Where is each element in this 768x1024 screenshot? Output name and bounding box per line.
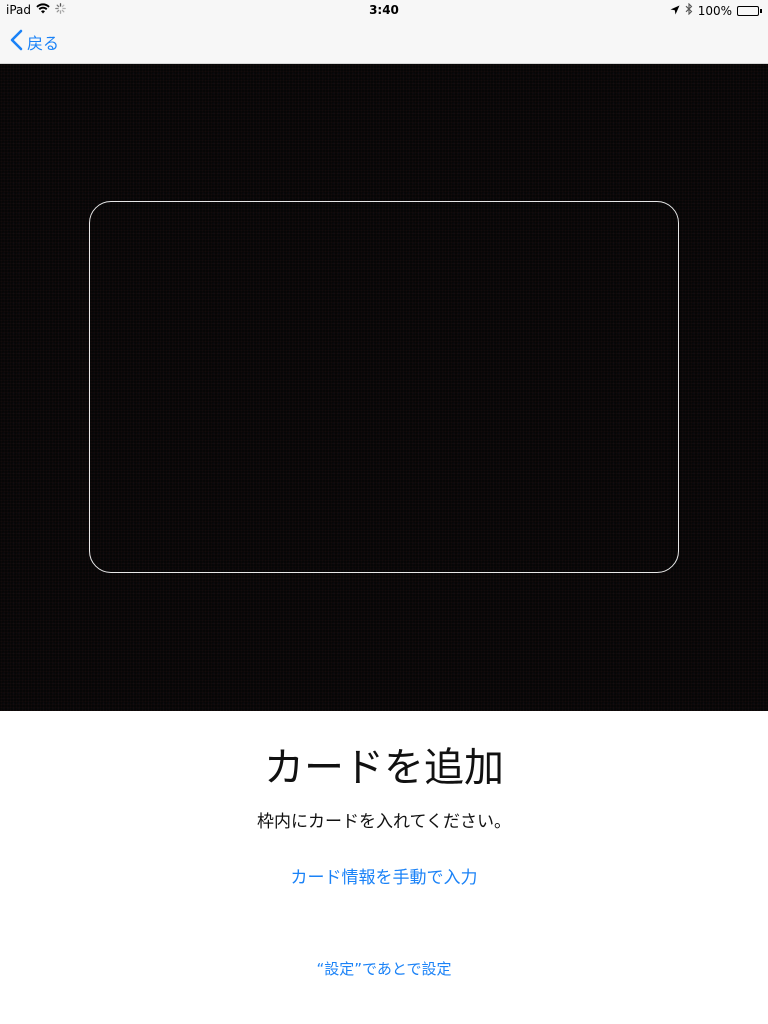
instruction-text: 枠内にカードを入れてください。: [257, 812, 511, 832]
camera-viewfinder: [0, 64, 768, 711]
battery-icon: [737, 5, 762, 16]
status-bar: iPad 3:40 100%: [0, 0, 768, 20]
setup-later-link[interactable]: “設定”であとで設定: [0, 958, 768, 980]
status-time: 3:40: [369, 3, 399, 17]
screen: iPad 3:40 100% 戻る カードを追加 枠内にカードを入れてください。…: [0, 0, 768, 1024]
chevron-left-icon: [10, 29, 23, 55]
back-button[interactable]: 戻る: [10, 28, 59, 56]
back-button-label: 戻る: [27, 34, 60, 53]
manual-entry-link[interactable]: カード情報を手動で入力: [0, 866, 768, 890]
status-right: 100%: [670, 2, 762, 18]
location-arrow-icon: [670, 4, 680, 18]
card-alignment-frame: [89, 201, 679, 573]
page-title: カードを追加: [264, 745, 504, 791]
bluetooth-icon: [685, 2, 693, 18]
navigation-bar: 戻る: [0, 20, 768, 64]
battery-percent: 100%: [697, 3, 732, 18]
